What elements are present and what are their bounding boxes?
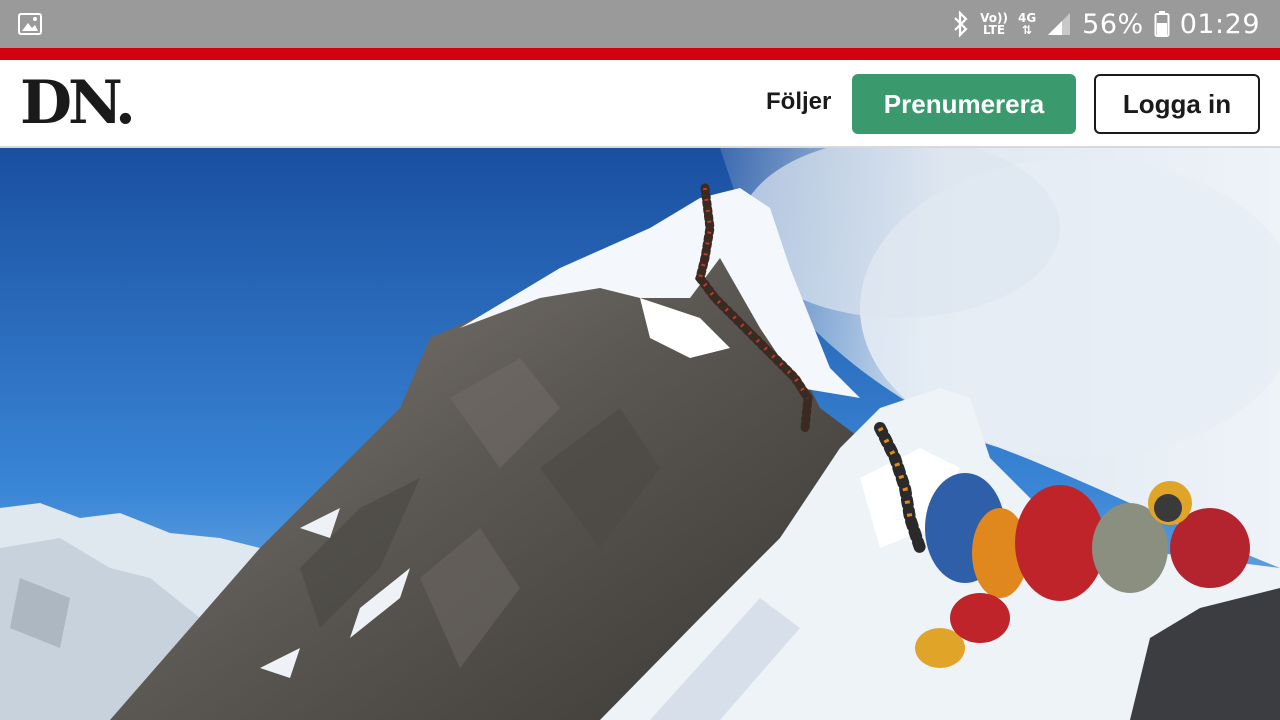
login-button[interactable]: Logga in <box>1094 74 1260 134</box>
bluetooth-icon <box>954 10 968 38</box>
follow-link[interactable]: Följer <box>766 88 831 116</box>
volte-indicator: Vo)) LTE <box>980 12 1008 36</box>
brand-red-bar <box>0 48 1280 60</box>
mountain-summit-illustration <box>0 148 1280 720</box>
status-bar: Vo)) LTE 4G ⇅ 56% 01:29 <box>0 0 1280 48</box>
network-indicator: 4G ⇅ <box>1018 12 1036 36</box>
volte-bottom: LTE <box>983 23 1006 37</box>
subscribe-button[interactable]: Prenumerera <box>852 74 1076 134</box>
site-header: DN. Följer Prenumerera Logga in <box>0 60 1280 148</box>
signal-icon <box>1048 13 1071 35</box>
gallery-icon <box>18 13 42 35</box>
dn-logo[interactable]: DN. <box>20 68 136 138</box>
clock: 01:29 <box>1179 8 1260 40</box>
battery-percent: 56% <box>1082 8 1144 40</box>
hero-image[interactable] <box>0 148 1280 720</box>
data-arrows-icon: ⇅ <box>1022 23 1033 37</box>
battery-icon <box>1154 11 1170 37</box>
